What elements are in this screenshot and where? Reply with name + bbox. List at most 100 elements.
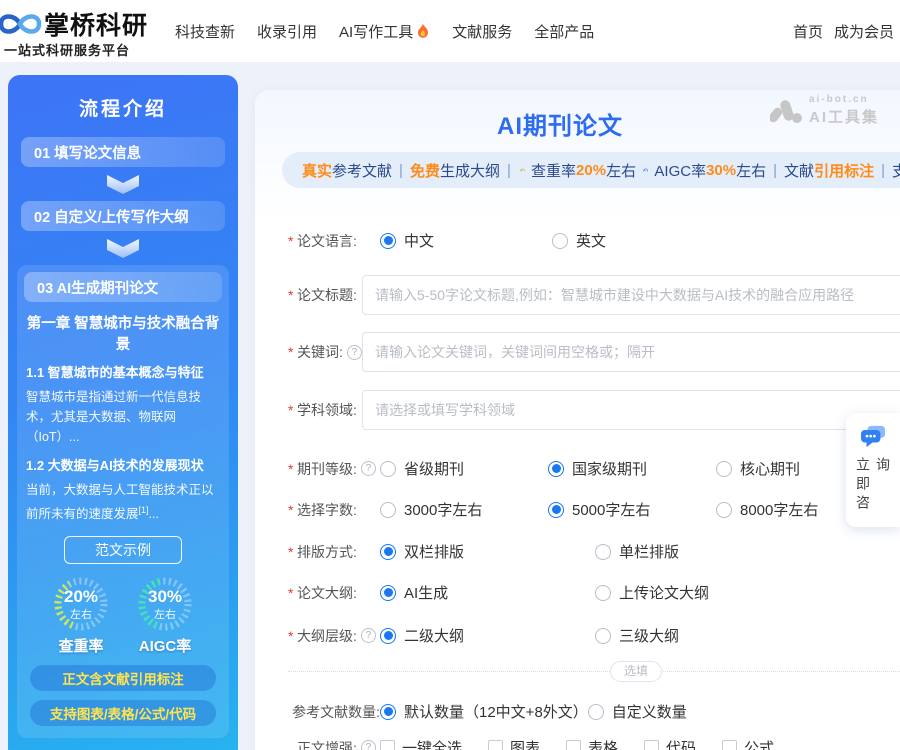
radio-selected-icon[interactable] xyxy=(380,628,396,644)
radio-icon[interactable] xyxy=(552,233,568,249)
radio-option-two-level[interactable]: 二级大纲 xyxy=(380,625,595,646)
radio-option-3000[interactable]: 3000字左右 xyxy=(380,499,548,520)
checkbox-icon[interactable] xyxy=(488,740,503,750)
radio-selected-icon[interactable] xyxy=(380,585,396,601)
sample-paper-button[interactable]: 范文示例 xyxy=(64,536,182,564)
field-label: *大纲层级:? xyxy=(288,626,380,646)
fire-icon xyxy=(416,23,430,39)
radio-icon[interactable] xyxy=(588,704,604,720)
radio-option-upload-outline[interactable]: 上传论文大纲 xyxy=(595,582,810,603)
form-row-keywords: *关键词:? xyxy=(288,332,900,372)
preview-chapter-title: 第一章 智慧城市与技术融合背景 xyxy=(24,312,222,354)
radio-icon[interactable] xyxy=(595,628,611,644)
nav-item-citation[interactable]: 收录引用 xyxy=(257,21,317,42)
help-icon[interactable]: ? xyxy=(361,461,376,476)
optional-badge: 选填 xyxy=(610,661,662,682)
keywords-input[interactable] xyxy=(362,332,900,372)
gauge-label: 查重率 xyxy=(53,635,109,656)
radio-icon[interactable] xyxy=(595,585,611,601)
form-row-language: *论文语言: 中文 英文 xyxy=(288,230,900,251)
radio-option-provincial[interactable]: 省级期刊 xyxy=(380,458,548,479)
main-nav: 科技查新 收录引用 AI写作工具 文献服务 全部产品 xyxy=(175,0,594,62)
radio-option-custom-count[interactable]: 自定义数量 xyxy=(588,701,687,722)
checkbox-select-all[interactable]: 一键全选 xyxy=(380,737,462,750)
nav-item-tech-check[interactable]: 科技查新 xyxy=(175,21,235,42)
radio-option-default-count[interactable]: 默认数量（12中文+8外文） xyxy=(380,701,588,722)
help-icon[interactable]: ? xyxy=(361,628,376,643)
chat-bubbles-icon xyxy=(858,424,888,450)
step-3: 03 AI生成期刊论文 xyxy=(24,272,222,302)
checkbox-icon[interactable] xyxy=(380,740,395,750)
watermark: ai-bot.cn AI工具集 xyxy=(770,94,879,127)
radio-option-5000[interactable]: 5000字左右 xyxy=(548,499,716,520)
subject-field-input[interactable] xyxy=(362,390,900,430)
form-row-title: *论文标题: xyxy=(288,275,900,315)
form-row-journal-level: *期刊等级:? 省级期刊 国家级期刊 核心期刊 xyxy=(288,458,900,479)
field-label: 正文增强:? xyxy=(288,738,380,750)
help-icon[interactable]: ? xyxy=(361,740,376,750)
radio-selected-icon[interactable] xyxy=(548,502,564,518)
radio-selected-icon[interactable] xyxy=(380,233,396,249)
radio-icon[interactable] xyxy=(595,544,611,560)
feature-pill-support: 支持图表/表格/公式/代码 xyxy=(30,700,216,726)
gauge-value: 30% xyxy=(148,587,182,607)
radio-option-three-level[interactable]: 三级大纲 xyxy=(595,625,810,646)
nav-item-literature[interactable]: 文献服务 xyxy=(452,21,512,42)
field-label: 参考文献数量: xyxy=(288,702,380,722)
radio-option-chinese[interactable]: 中文 xyxy=(380,230,552,251)
form-row-body-enhance: 正文增强:? 一键全选 图表 表格 代码 公式 xyxy=(288,737,900,750)
gauge-label: AIGC率 xyxy=(137,635,193,656)
radio-icon[interactable] xyxy=(716,461,732,477)
checkbox-icon[interactable] xyxy=(566,740,581,750)
nav-item-all-products[interactable]: 全部产品 xyxy=(534,21,594,42)
checkbox-icon[interactable] xyxy=(722,740,737,750)
nav-item-ai-writing[interactable]: AI写作工具 xyxy=(339,21,430,42)
consult-float-button[interactable]: 立即咨询 xyxy=(846,413,900,527)
preview-section-2-title: 1.2 大数据与AI技术的发展现状 xyxy=(26,455,220,474)
form-row-word-count: *选择字数: 3000字左右 5000字左右 8000字左右 xyxy=(288,499,900,520)
form-row-subject: *学科领域: xyxy=(288,390,900,430)
arrow-down-icon xyxy=(107,175,139,194)
consult-label: 立即咨询 xyxy=(853,457,893,527)
field-label: *学科领域: xyxy=(288,400,362,420)
nav-item-become-member[interactable]: 成为会员 xyxy=(834,21,894,42)
checkbox-code[interactable]: 代码 xyxy=(644,737,696,750)
checkbox-icon[interactable] xyxy=(644,740,659,750)
radio-option-ai-generate[interactable]: AI生成 xyxy=(380,582,595,603)
aigc-rate-gauge: 30% 左右 AIGC率 xyxy=(137,576,193,656)
process-sidebar: 流程介绍 01 填写论文信息 02 自定义/上传写作大纲 03 AI生成期刊论文… xyxy=(8,75,238,750)
field-label: *关键词:? xyxy=(288,342,362,362)
radio-selected-icon[interactable] xyxy=(380,704,396,720)
radio-option-two-column[interactable]: 双栏排版 xyxy=(380,541,595,562)
citation-superscript: [1] xyxy=(139,505,149,515)
field-label: *排版方式: xyxy=(288,542,380,562)
checkbox-charts[interactable]: 图表 xyxy=(488,737,540,750)
help-icon[interactable]: ? xyxy=(347,345,362,360)
speedometer-icon xyxy=(643,162,648,178)
radio-option-one-column[interactable]: 单栏排版 xyxy=(595,541,810,562)
nav-item-home[interactable]: 首页 xyxy=(793,21,823,42)
form-row-outline: *论文大纲: AI生成 上传论文大纲 xyxy=(288,582,900,603)
radio-icon[interactable] xyxy=(716,502,732,518)
preview-section-1-text: 智慧城市是指通过新一代信息技术，尤其是大数据、物联网（IoT）... xyxy=(26,387,220,447)
paper-title-input[interactable] xyxy=(362,275,900,315)
field-label: *期刊等级:? xyxy=(288,459,380,479)
sidebar-title: 流程介绍 xyxy=(8,94,238,121)
radio-icon[interactable] xyxy=(380,461,396,477)
watermark-name: AI工具集 xyxy=(809,106,879,127)
radio-selected-icon[interactable] xyxy=(548,461,564,477)
gauge-approx: 左右 xyxy=(154,606,176,622)
logo[interactable]: 掌桥科研 一站式科研服务平台 xyxy=(2,2,172,60)
radio-option-english[interactable]: 英文 xyxy=(552,230,724,251)
radio-option-national[interactable]: 国家级期刊 xyxy=(548,458,716,479)
step-1: 01 填写论文信息 xyxy=(21,137,225,167)
radio-icon[interactable] xyxy=(380,502,396,518)
form-row-layout: *排版方式: 双栏排版 单栏排版 xyxy=(288,541,900,562)
gauge-value: 20% xyxy=(64,587,98,607)
checkbox-formula[interactable]: 公式 xyxy=(722,737,774,750)
checkbox-tables[interactable]: 表格 xyxy=(566,737,618,750)
form-row-reference-count: 参考文献数量: 默认数量（12中文+8外文） 自定义数量 xyxy=(288,701,900,722)
radio-selected-icon[interactable] xyxy=(380,544,396,560)
screen: 掌桥科研 一站式科研服务平台 科技查新 收录引用 AI写作工具 文献服务 全部产… xyxy=(0,0,900,750)
logo-tagline: 一站式科研服务平台 xyxy=(4,40,130,59)
